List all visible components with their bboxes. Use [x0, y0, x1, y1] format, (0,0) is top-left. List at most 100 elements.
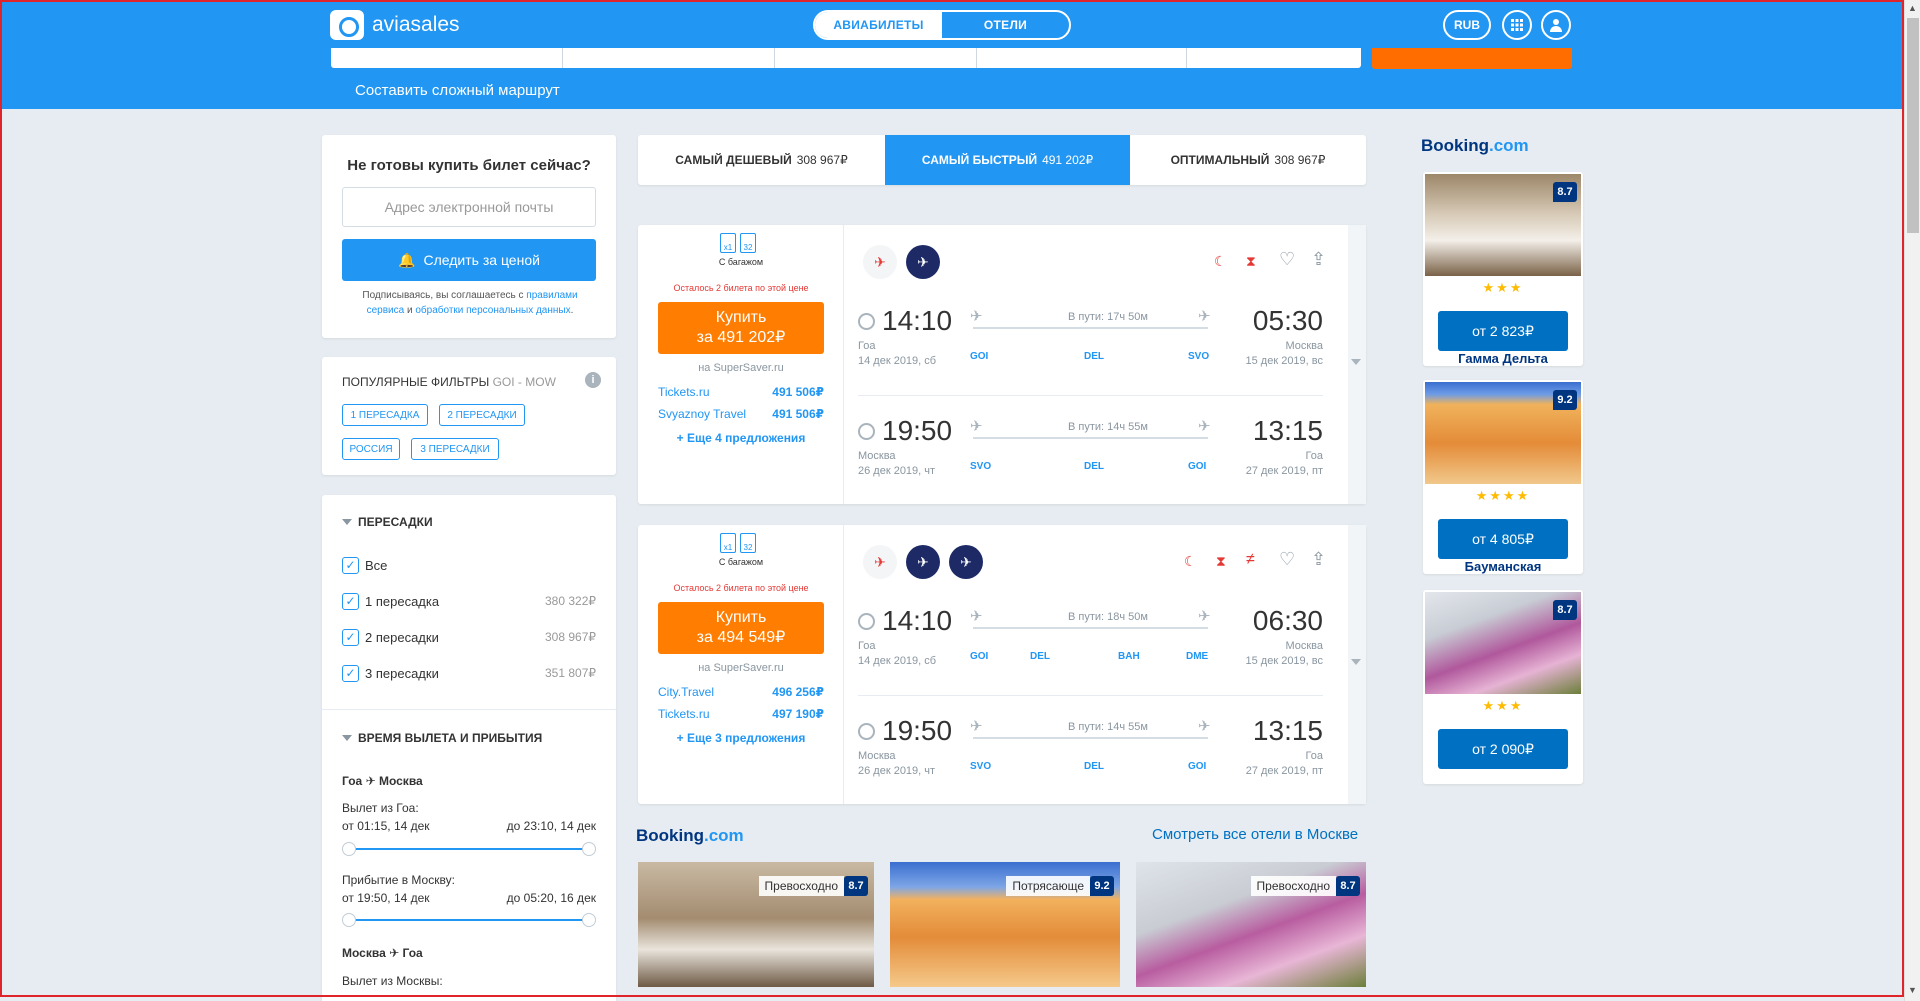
header: aviasales АВИАБИЛЕТЫ ОТЕЛИ RUB Составить…: [0, 0, 1904, 109]
filters-card: ПЕРЕСАДКИ ✓ Все ✓ 1 пересадка 380 322₽ ✓…: [322, 495, 616, 1001]
track-price-button[interactable]: 🔔 Следить за ценой: [342, 239, 596, 281]
baggage-label: С багажом: [718, 557, 764, 567]
chip-russia[interactable]: РОССИЯ: [342, 438, 400, 460]
transfer-price: 380 322₽: [544, 594, 596, 608]
agree-prefix: Подписываясь, вы соглашаетесь с: [362, 290, 524, 301]
chip-3-transfers[interactable]: 3 ПЕРЕСАДКИ: [411, 438, 499, 460]
transfer-option-1[interactable]: ✓ 1 пересадка 380 322₽: [342, 591, 596, 611]
buy-label: Купить: [715, 309, 767, 326]
checkbox-icon[interactable]: ✓: [342, 556, 359, 574]
hotel-score: 8.7: [1336, 876, 1360, 896]
booking-brand: Booking: [636, 826, 704, 845]
transfer-option-all[interactable]: ✓ Все: [342, 555, 596, 575]
search-button[interactable]: [1372, 48, 1572, 69]
hotel-card[interactable]: 8.7 ★★★ от 2 090₽: [1423, 590, 1583, 784]
logo[interactable]: aviasales: [330, 10, 460, 40]
landing-icon: ✈: [1198, 418, 1211, 435]
product-tabs: АВИАБИЛЕТЫ ОТЕЛИ: [813, 10, 1071, 40]
offer-row[interactable]: City.Travel 496 256₽: [658, 685, 824, 699]
info-icon[interactable]: i: [585, 372, 601, 388]
hotel-photo[interactable]: Превосходно 8.7: [638, 862, 874, 987]
checkbox-icon[interactable]: ✓: [342, 592, 359, 610]
hotel-name[interactable]: Бауманская: [1423, 559, 1583, 574]
hotel-name[interactable]: Гамма Дельта: [1423, 351, 1583, 366]
hotel-price-button[interactable]: от 2 823₽: [1438, 311, 1568, 351]
airline-logo-icon: ✈: [863, 245, 897, 279]
chip-2-transfers[interactable]: 2 ПЕРЕСАДКИ: [439, 404, 525, 426]
route-line: [973, 627, 1208, 629]
privacy-link[interactable]: обработки персональных данных: [415, 305, 570, 316]
tab-optimal[interactable]: ОПТИМАЛЬНЫЙ 308 967₽: [1130, 135, 1366, 185]
hotel-price-button[interactable]: от 4 805₽: [1438, 519, 1568, 559]
see-all-hotels-link[interactable]: Смотреть все отели в Москве: [1152, 826, 1358, 843]
agent-name: на SuperSaver.ru: [698, 362, 784, 374]
heart-icon[interactable]: ♡: [1279, 549, 1295, 570]
buy-button[interactable]: Купить за 494 549₽: [658, 602, 824, 654]
dep-slider-max-handle[interactable]: [582, 842, 596, 856]
page-scrollbar[interactable]: ▲ ▼: [1904, 0, 1920, 1001]
arr-slider-max-handle[interactable]: [582, 913, 596, 927]
ticket-expand-bar[interactable]: [1348, 225, 1366, 504]
plane-icon: ✈: [389, 946, 400, 960]
scroll-down-icon[interactable]: ▼: [1908, 985, 1917, 995]
origin-field[interactable]: [331, 48, 563, 68]
share-icon[interactable]: ⇪: [1311, 549, 1326, 570]
leg2-title: Москва ✈ Гоа: [342, 946, 423, 960]
depart-date-field[interactable]: [775, 48, 977, 68]
hotel-photo[interactable]: Потрясающе 9.2: [890, 862, 1120, 987]
destination-field[interactable]: [563, 48, 775, 68]
tab-fastest[interactable]: САМЫЙ БЫСТРЫЙ 491 202₽: [885, 135, 1130, 185]
more-offers-link[interactable]: + Еще 3 предложения: [638, 731, 844, 745]
ticket-card[interactable]: x1 32 С багажом Осталось 2 билета по это…: [638, 225, 1366, 504]
offer-row[interactable]: Tickets.ru 497 190₽: [658, 707, 824, 721]
time-toggle[interactable]: ВРЕМЯ ВЫЛЕТА И ПРИБЫТИЯ: [342, 731, 542, 745]
tab-flights[interactable]: АВИАБИЛЕТЫ: [815, 12, 942, 38]
apps-grid-icon[interactable]: [1502, 10, 1532, 40]
scrollbar-thumb[interactable]: [1907, 18, 1919, 233]
hotel-photo[interactable]: Превосходно 8.7: [1136, 862, 1366, 987]
arr-slider-min-handle[interactable]: [342, 913, 356, 927]
hotel-card[interactable]: 9.2 ★★★★ от 4 805₽ Бауманская: [1423, 380, 1583, 574]
popular-filters-label: ПОПУЛЯРНЫЕ ФИЛЬТРЫ: [342, 375, 490, 389]
duration: В пути: 18ч 50м: [1068, 611, 1148, 623]
iata-code: SVO: [970, 461, 992, 472]
return-date-field[interactable]: [977, 48, 1187, 68]
email-field[interactable]: Адрес электронной почты: [342, 187, 596, 227]
hotel-price-button[interactable]: от 2 090₽: [1438, 729, 1568, 769]
duration: В пути: 17ч 50м: [1068, 311, 1148, 323]
passengers-field[interactable]: [1187, 48, 1361, 68]
booking-logo[interactable]: Booking.com: [1421, 136, 1529, 156]
buy-button[interactable]: Купить за 491 202₽: [658, 302, 824, 354]
transfer-option-2[interactable]: ✓ 2 пересадки 308 967₽: [342, 627, 596, 647]
hotel-card[interactable]: 8.7 ★★★ от 2 823₽ Гамма Дельта: [1423, 172, 1583, 366]
offer-row[interactable]: Tickets.ru 491 506₽: [658, 385, 824, 399]
tab-cheapest[interactable]: САМЫЙ ДЕШЕВЫЙ 308 967₽: [638, 135, 885, 185]
track-price-label: Следить за ценой: [423, 252, 540, 268]
divider: [322, 709, 616, 710]
transfer-option-3[interactable]: ✓ 3 пересадки 351 807₽: [342, 663, 596, 683]
transfers-toggle[interactable]: ПЕРЕСАДКИ: [342, 515, 433, 529]
offer-row[interactable]: Svyaznoy Travel 491 506₽: [658, 407, 824, 421]
night-flight-icon: ☾: [1214, 253, 1227, 269]
user-icon[interactable]: [1541, 10, 1571, 40]
tab-hotels[interactable]: ОТЕЛИ: [942, 12, 1069, 38]
booking-logo[interactable]: Booking.com: [636, 826, 744, 846]
more-offers-link[interactable]: + Еще 4 предложения: [638, 431, 844, 445]
checkbox-icon[interactable]: ✓: [342, 628, 359, 646]
ticket-card[interactable]: x1 32 С багажом Осталось 2 билета по это…: [638, 525, 1366, 804]
scroll-up-icon[interactable]: ▲: [1908, 3, 1917, 13]
heart-icon[interactable]: ♡: [1279, 249, 1295, 270]
chip-1-transfer[interactable]: 1 ПЕРЕСАДКА: [342, 404, 428, 426]
airline-logo-icon: ✈: [906, 245, 940, 279]
destination-city: Москва: [1285, 640, 1323, 652]
ticket-expand-bar[interactable]: [1348, 525, 1366, 804]
takeoff-icon: ✈: [970, 608, 983, 625]
share-icon[interactable]: ⇪: [1311, 249, 1326, 270]
dep-slider-min-handle[interactable]: [342, 842, 356, 856]
checkbox-icon[interactable]: ✓: [342, 664, 359, 682]
offer-price: 496 256₽: [772, 685, 824, 699]
complex-route-link[interactable]: Составить сложный маршрут: [355, 82, 560, 99]
route-line: [973, 437, 1208, 439]
currency-button[interactable]: RUB: [1443, 10, 1491, 40]
iata-code: GOI: [1188, 461, 1207, 472]
